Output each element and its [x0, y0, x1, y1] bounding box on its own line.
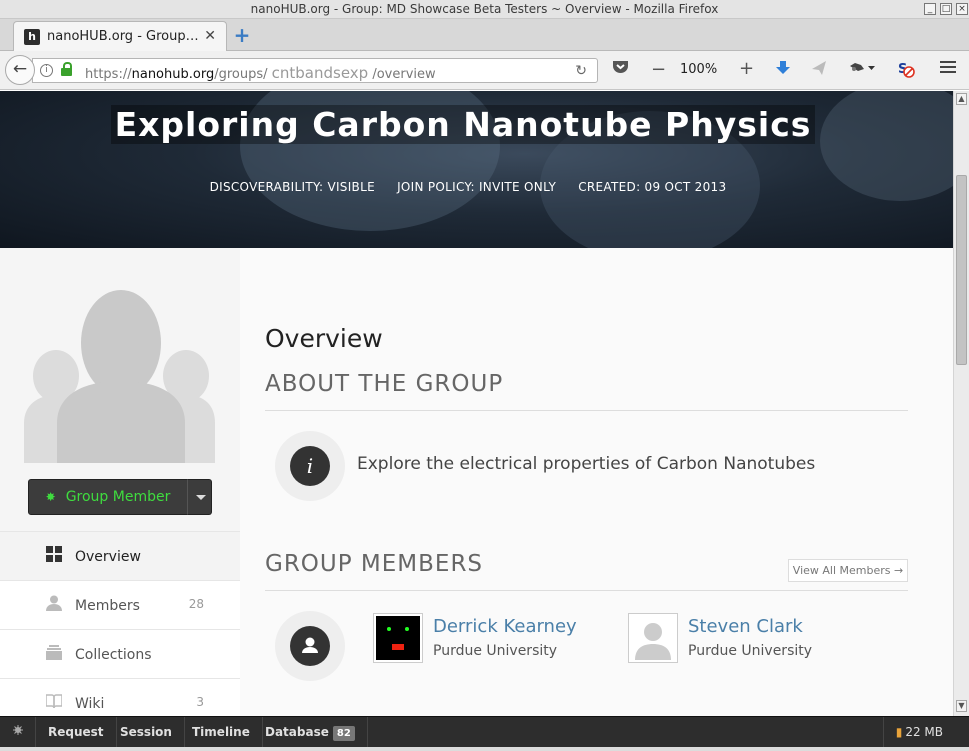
group-member-label: Group Member	[65, 489, 171, 505]
page-viewport: Exploring Carbon Nanotube Physics DISCOV…	[0, 91, 953, 716]
members-circle	[275, 611, 345, 681]
book-icon	[45, 693, 63, 709]
sidebar-item-label: Collections	[75, 647, 152, 663]
nanohub-favicon-icon: h	[24, 29, 40, 45]
sidebar-item-overview[interactable]: Overview	[0, 531, 240, 580]
group-hero-banner: Exploring Carbon Nanotube Physics DISCOV…	[0, 91, 953, 248]
group-sidebar: ✸ Group Member Overview Members 28 Colle…	[0, 248, 240, 716]
group-title: Exploring Carbon Nanotube Physics	[0, 105, 926, 144]
page-title: Overview	[265, 324, 383, 353]
debug-logo-icon[interactable]	[0, 717, 36, 748]
members-divider	[265, 590, 908, 591]
memory-value: 22 MB	[905, 725, 943, 739]
window-titlebar: nanoHUB.org - Group: MD Showcase Beta Te…	[0, 0, 969, 19]
member-dropdown-toggle[interactable]	[187, 479, 212, 515]
gear-icon: ✸	[45, 490, 56, 504]
members-count: 28	[188, 597, 204, 611]
info-icon: i	[290, 446, 330, 486]
send-icon[interactable]	[811, 60, 827, 80]
scroll-up-icon[interactable]: ▲	[956, 93, 967, 105]
tab-strip: h nanoHUB.org - Group… ✕ +	[0, 19, 969, 52]
site-info-icon[interactable]: i	[40, 64, 53, 77]
sidebar-item-collections[interactable]: Collections	[0, 629, 240, 678]
debug-request-tab[interactable]: Request	[36, 717, 117, 748]
window-bottom-edge	[0, 747, 969, 751]
debug-session-tab[interactable]: Session	[108, 717, 185, 748]
maximize-button[interactable]: □	[940, 3, 952, 15]
zoom-in-icon[interactable]: +	[739, 58, 754, 79]
download-icon[interactable]	[775, 60, 791, 80]
group-member-button[interactable]: ✸ Group Member	[28, 479, 188, 515]
member-org: Purdue University	[688, 643, 813, 659]
url-host: nanohub.org	[131, 67, 215, 82]
browser-tab[interactable]: h nanoHUB.org - Group… ✕	[13, 21, 227, 52]
url-prefix: https://	[85, 67, 132, 82]
url-bar[interactable]: i https://nanohub.org/groups/ cntbandsex…	[32, 58, 598, 83]
back-button[interactable]: ←	[5, 55, 35, 85]
addon-icon[interactable]: S	[897, 60, 915, 82]
members-section-title: GROUP MEMBERS	[265, 551, 484, 577]
extension-icon[interactable]	[848, 60, 876, 80]
sidebar-item-label: Wiki	[75, 696, 105, 712]
url-group: cntbandsexp	[271, 64, 369, 82]
reload-icon[interactable]: ↻	[575, 63, 587, 79]
debug-database-tab[interactable]: Database 82	[253, 717, 368, 748]
group-main-content: Overview ABOUT THE GROUP i Explore the e…	[240, 248, 953, 716]
about-divider	[265, 410, 908, 411]
tab-label: nanoHUB.org - Group…	[47, 29, 199, 44]
join-policy-label: JOIN POLICY: INVITE ONLY	[397, 180, 557, 194]
collection-icon	[46, 644, 62, 660]
pocket-icon[interactable]	[612, 59, 629, 79]
debug-toolbar: Request Session Timeline Database 82 ▮ 22 …	[0, 716, 969, 748]
url-text[interactable]: https://nanohub.org/groups/ cntbandsexp …	[85, 64, 436, 82]
group-meta: DISCOVERABILITY: VISIBLE JOIN POLICY: IN…	[0, 180, 936, 194]
about-section-title: ABOUT THE GROUP	[265, 371, 504, 397]
navigation-bar: i https://nanohub.org/groups/ cntbandsex…	[0, 51, 969, 90]
view-all-members-button[interactable]: View All Members →	[788, 559, 908, 582]
debug-database-label: Database	[265, 725, 329, 739]
zoom-level[interactable]: 100%	[680, 62, 717, 77]
url-path: /groups/	[214, 67, 268, 82]
created-label: CREATED: 09 OCT 2013	[578, 180, 727, 194]
bar-chart-icon: ▮	[895, 725, 903, 739]
vertical-scrollbar[interactable]: ▲ ▼	[953, 91, 969, 716]
debug-memory[interactable]: ▮ 22 MB	[882, 717, 943, 748]
info-circle: i	[275, 431, 345, 501]
lock-icon[interactable]	[61, 62, 72, 76]
scroll-down-icon[interactable]: ▼	[956, 700, 967, 712]
scrollbar-thumb[interactable]	[956, 175, 967, 365]
database-count-badge: 82	[332, 726, 355, 741]
person-icon	[290, 626, 330, 666]
grid-icon	[46, 546, 62, 562]
about-text: Explore the electrical properties of Car…	[357, 454, 816, 474]
window-title: nanoHUB.org - Group: MD Showcase Beta Te…	[250, 2, 719, 16]
sidebar-item-label: Members	[75, 598, 140, 614]
member-avatar[interactable]	[373, 613, 423, 663]
member-avatar[interactable]	[628, 613, 678, 663]
url-rest: /overview	[372, 67, 436, 82]
tab-close-icon[interactable]: ✕	[204, 28, 216, 44]
wiki-count: 3	[196, 695, 204, 709]
sidebar-item-wiki[interactable]: Wiki 3	[0, 678, 240, 716]
minimize-button[interactable]: _	[924, 3, 936, 15]
group-avatar-icon	[24, 278, 215, 463]
sidebar-item-label: Overview	[75, 549, 141, 565]
member-org: Purdue University	[433, 643, 558, 659]
menu-icon[interactable]	[940, 60, 956, 78]
sidebar-item-members[interactable]: Members 28	[0, 580, 240, 629]
debug-timeline-tab[interactable]: Timeline	[180, 717, 263, 748]
zoom-out-icon[interactable]: −	[651, 59, 666, 80]
user-icon	[46, 595, 62, 611]
member-name[interactable]: Derrick Kearney	[433, 616, 577, 637]
member-name[interactable]: Steven Clark	[688, 616, 803, 637]
group-nav: Overview Members 28 Collections Wiki 3	[0, 531, 240, 716]
close-window-button[interactable]: ×	[956, 3, 968, 15]
new-tab-icon[interactable]: +	[232, 25, 252, 46]
discoverability-label: DISCOVERABILITY: VISIBLE	[209, 180, 375, 194]
